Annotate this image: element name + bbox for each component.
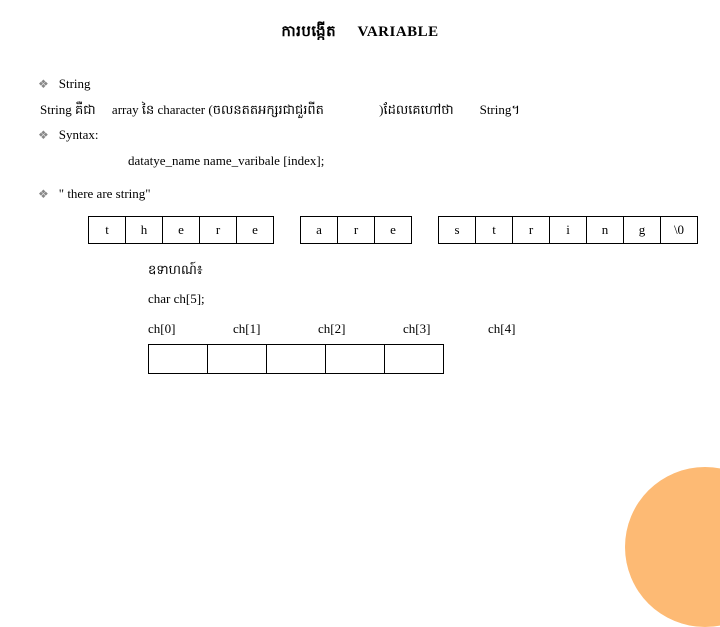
string-description: String គឺជា array នៃ character (ចលនតតអក្… [40,100,720,120]
example-label: ឧទាហណ៍៖ [148,260,720,280]
blank-cell [326,345,385,374]
bullet-string: ❖ String [38,74,720,94]
diamond-bullet-icon: ❖ [38,75,49,93]
char-cell: r [200,216,237,243]
bullet-syntax-label: Syntax: [59,125,99,145]
char-cell: r [338,216,375,243]
desc-prefix: String គឺជា [40,102,96,117]
char-cell: s [439,216,476,243]
char-cell: t [89,216,126,243]
bullet-string-label: String [59,74,91,94]
char-cell: e [237,216,274,243]
char-cell: e [163,216,200,243]
desc-mid: array នៃ character (ចលនតតអក្សរជាជួរពីត [112,102,324,117]
char-cell: h [126,216,163,243]
example-block: ឧទាហណ៍៖ char ch[5]; [148,260,720,309]
blank-array-table [148,344,444,374]
bullet-syntax: ❖ Syntax: [38,125,720,145]
idx-label: ch[0] [148,319,233,339]
char-cell: a [301,216,338,243]
char-cell: g [624,216,661,243]
title-left: ការបង្កើត [281,24,336,40]
bullet-example-label: " there are string" [59,184,151,204]
char-cell: \0 [661,216,698,243]
syntax-code-line: datatye_name name_varibale [index]; [128,151,720,171]
title-right: VARIABLE [357,24,438,40]
desc-end: String។ [480,102,520,117]
gap-cell [274,216,301,243]
char-cell: r [513,216,550,243]
index-row: ch[0] ch[1] ch[2] ch[3] ch[4] [148,319,720,339]
blank-cell [208,345,267,374]
blank-cell [385,345,444,374]
idx-label: ch[1] [233,319,318,339]
blank-cell [149,345,208,374]
table-row [149,345,444,374]
diamond-bullet-icon: ❖ [38,185,49,203]
idx-label: ch[4] [488,319,573,339]
idx-label: ch[2] [318,319,403,339]
bullet-example-string: ❖ " there are string" [38,184,720,204]
desc-paren: )ដែលគេហៅថា [379,102,453,117]
decorative-circle [625,467,720,627]
blank-cell [267,345,326,374]
idx-label: ch[3] [403,319,488,339]
content-block: ❖ String String គឺជា array នៃ character … [38,74,720,374]
example-decl: char ch[5]; [148,289,720,309]
char-cell: t [476,216,513,243]
char-array-table: t h e r e a r e s t r i n g \0 [88,216,698,244]
char-cell: n [587,216,624,243]
diamond-bullet-icon: ❖ [38,126,49,144]
char-cell: i [550,216,587,243]
gap-cell [412,216,439,243]
char-cell: e [375,216,412,243]
page-title: ការបង្កើត VARIABLE [0,22,720,44]
table-row: t h e r e a r e s t r i n g \0 [89,216,698,243]
